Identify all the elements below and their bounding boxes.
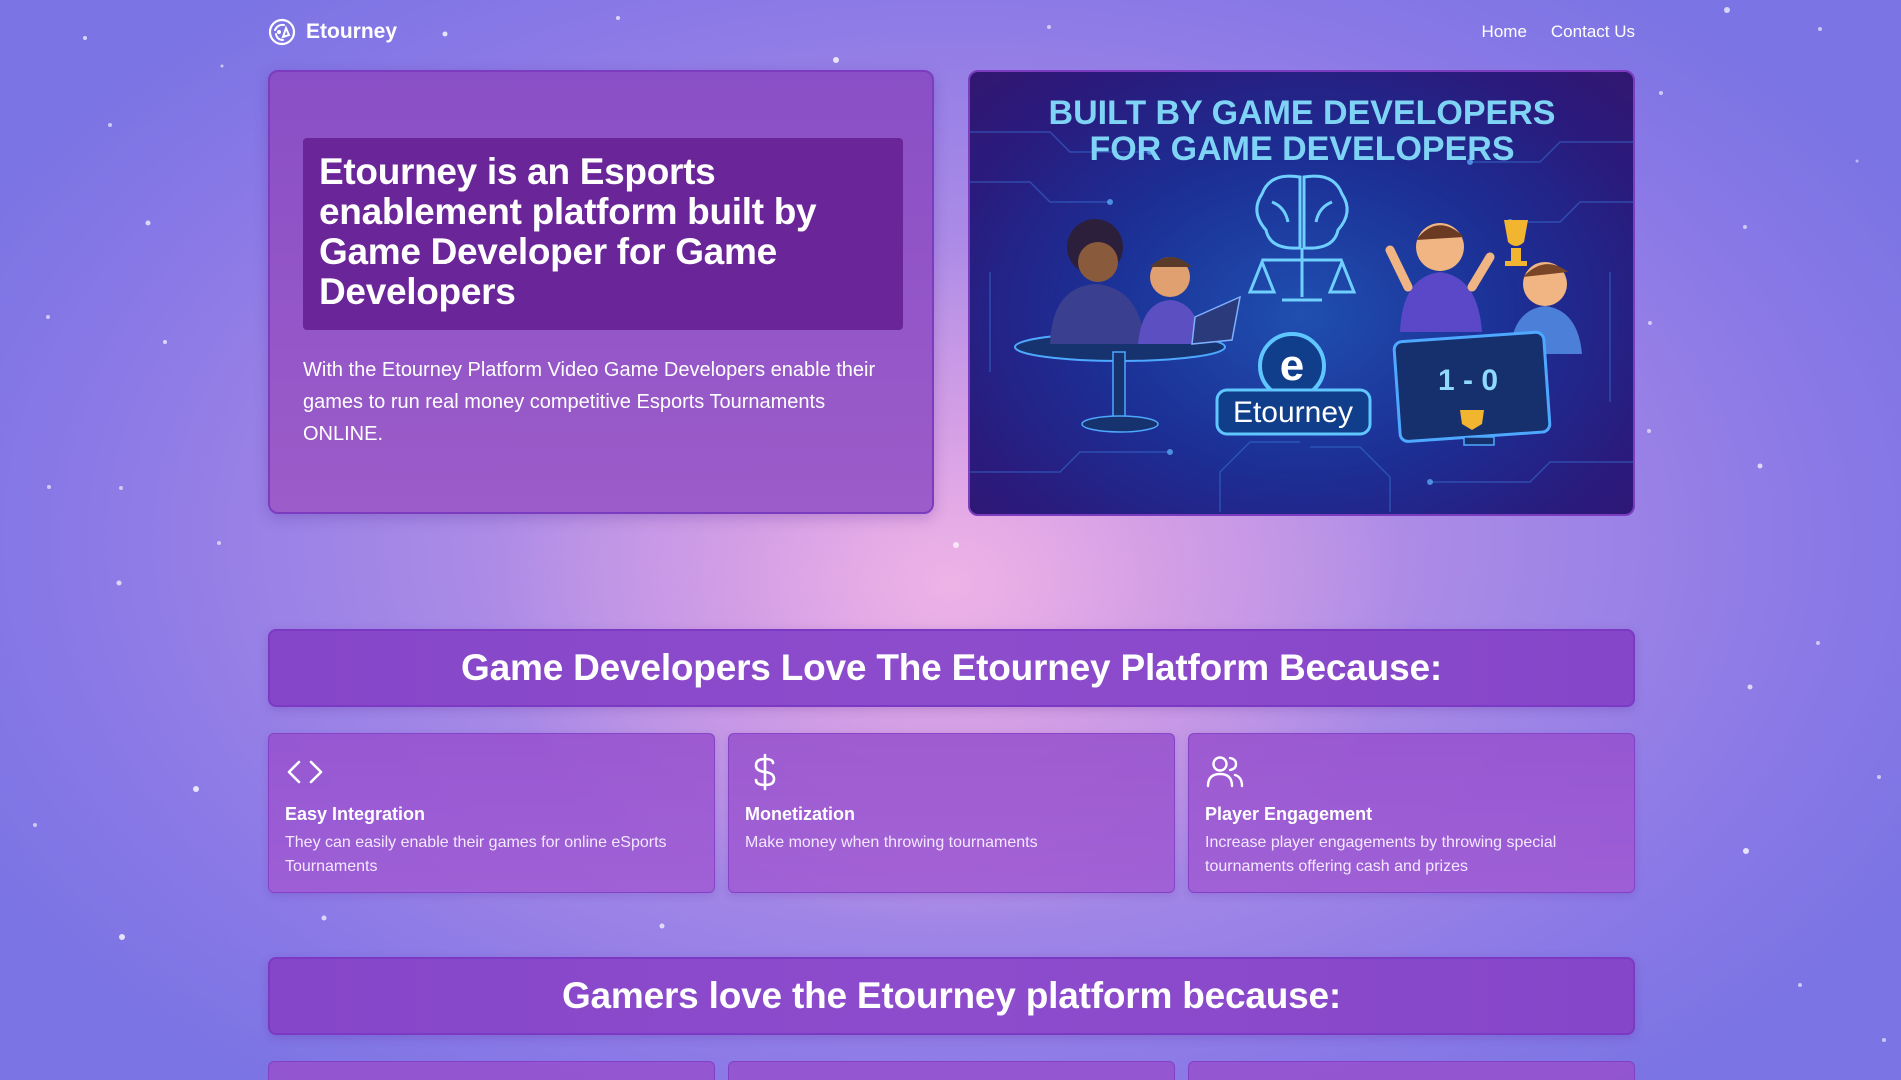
image-logo-text: Etourney xyxy=(1233,396,1353,429)
brand[interactable]: Etourney xyxy=(268,18,397,46)
feature-text: Make money when throwing tournaments xyxy=(745,834,1038,851)
feature-title: Monetization xyxy=(745,804,855,824)
nav-link-home[interactable]: Home xyxy=(1482,22,1527,42)
scales-icon xyxy=(1247,248,1357,302)
image-headline-line1: BUILT BY GAME DEVELOPERS xyxy=(1049,94,1556,132)
gamer-feature-card xyxy=(728,1061,1175,1080)
developer-features: Easy Integration They can easily enable … xyxy=(268,733,1635,893)
brain-icon xyxy=(1255,174,1349,250)
developers-section-banner: Game Developers Love The Etourney Platfo… xyxy=(268,629,1635,707)
hero-text-card: Etourney is an Esports enablement platfo… xyxy=(268,70,934,514)
nav-links: Home Contact Us xyxy=(1482,22,1635,42)
hero-title-box: Etourney is an Esports enablement platfo… xyxy=(303,138,903,330)
developers-illustration xyxy=(1014,219,1241,433)
gamers-section-heading: Gamers love the Etourney platform becaus… xyxy=(561,975,1342,1016)
etourney-logo-icon xyxy=(268,18,296,46)
feature-text: They can easily enable their games for o… xyxy=(285,834,667,875)
feature-card-monetization: Monetization Make money when throwing to… xyxy=(728,733,1175,893)
gamers-section-banner: Gamers love the Etourney platform becaus… xyxy=(268,957,1635,1035)
gamers-illustration: 1 - 0 xyxy=(1385,220,1582,446)
hero-section: Etourney is an Esports enablement platfo… xyxy=(268,70,1635,516)
gamer-feature-card xyxy=(268,1061,715,1080)
gamer-features xyxy=(268,1061,1635,1080)
users-icon xyxy=(1206,756,1244,788)
feature-title: Player Engagement xyxy=(1205,804,1373,824)
gamer-feature-card xyxy=(1188,1061,1635,1080)
image-score: 1 - 0 xyxy=(1438,364,1498,397)
feature-card-player-engagement: Player Engagement Increase player engage… xyxy=(1188,733,1635,893)
brand-name: Etourney xyxy=(306,20,398,43)
image-headline-line2: FOR GAME DEVELOPERS xyxy=(1089,130,1514,168)
feature-card-easy-integration: Easy Integration They can easily enable … xyxy=(268,733,715,893)
nav-link-contact-us[interactable]: Contact Us xyxy=(1551,22,1635,42)
hero-illustration: BUILT BY GAME DEVELOPERS FOR GAME DEVELO… xyxy=(970,94,1633,512)
hero-description: With the Etourney Platform Video Game De… xyxy=(303,359,876,445)
etourney-image-logo: e Etourney xyxy=(1215,332,1372,436)
image-logo-letter: e xyxy=(1280,341,1304,390)
code-icon xyxy=(287,760,323,784)
feature-title: Easy Integration xyxy=(285,804,426,824)
hero-image: BUILT BY GAME DEVELOPERS FOR GAME DEVELO… xyxy=(968,70,1635,516)
developers-section-heading: Game Developers Love The Etourney Platfo… xyxy=(461,647,1442,688)
feature-text: Increase player engagements by throwing … xyxy=(1205,834,1557,875)
top-nav: Etourney Home Contact Us xyxy=(268,0,1635,64)
hero-title: Etourney is an Esports enablement platfo… xyxy=(319,151,817,312)
page-container: Etourney Home Contact Us Etourney is an … xyxy=(268,0,1635,1080)
dollar-icon xyxy=(754,753,776,791)
